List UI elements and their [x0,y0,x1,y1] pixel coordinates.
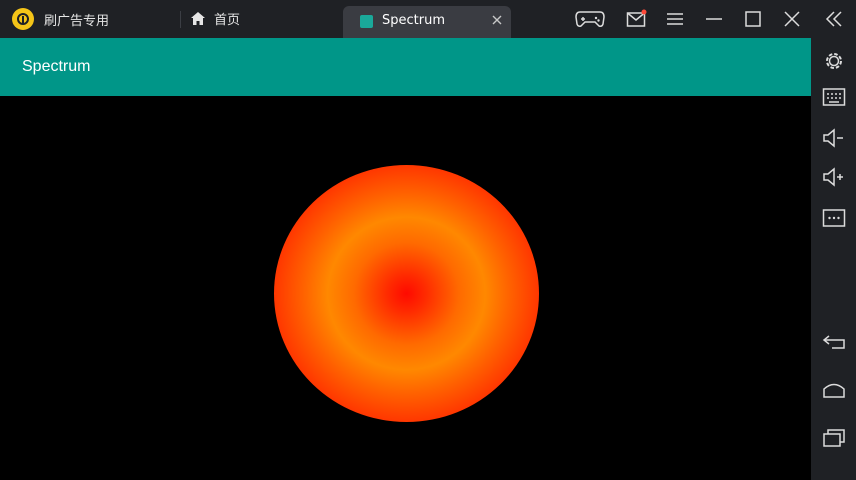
back-icon[interactable] [822,332,846,352]
tab-home-label: 首页 [214,13,241,28]
brand[interactable]: 刷广告专用 [12,8,109,30]
app-screen: Spectrum [0,38,811,480]
home-tab-icon [191,11,205,25]
emulator-title-bar: 刷广告专用 首页 Spectrum [0,0,856,38]
tab-spectrum[interactable]: Spectrum [343,6,511,38]
tab-close-icon[interactable] [489,12,505,28]
settings-icon[interactable] [822,49,846,73]
spectrum-gradient-circle [274,165,539,422]
mail-icon[interactable] [626,9,648,29]
keyboard-icon[interactable] [822,87,846,107]
app-toolbar: Spectrum [0,38,811,96]
collapse-icon[interactable] [824,9,844,29]
android-app-icon [360,15,373,28]
menu-icon[interactable] [665,9,685,29]
tab-spectrum-label: Spectrum [382,13,445,28]
tab-divider [180,11,181,28]
volume-up-icon[interactable] [822,166,846,188]
brand-logo-icon [12,8,34,30]
app-title: Spectrum [22,58,91,75]
home-icon[interactable] [822,380,846,400]
emulator-sidebar [811,38,856,480]
maximize-icon[interactable] [743,9,763,29]
minimize-icon[interactable] [704,9,724,29]
more-icon[interactable] [822,208,846,228]
brand-label: 刷广告专用 [44,13,110,29]
tab-home[interactable]: 首页 [190,9,240,28]
recents-icon[interactable] [822,428,846,448]
volume-down-icon[interactable] [822,127,846,149]
gamepad-icon[interactable] [574,9,606,29]
close-icon[interactable] [782,9,802,29]
